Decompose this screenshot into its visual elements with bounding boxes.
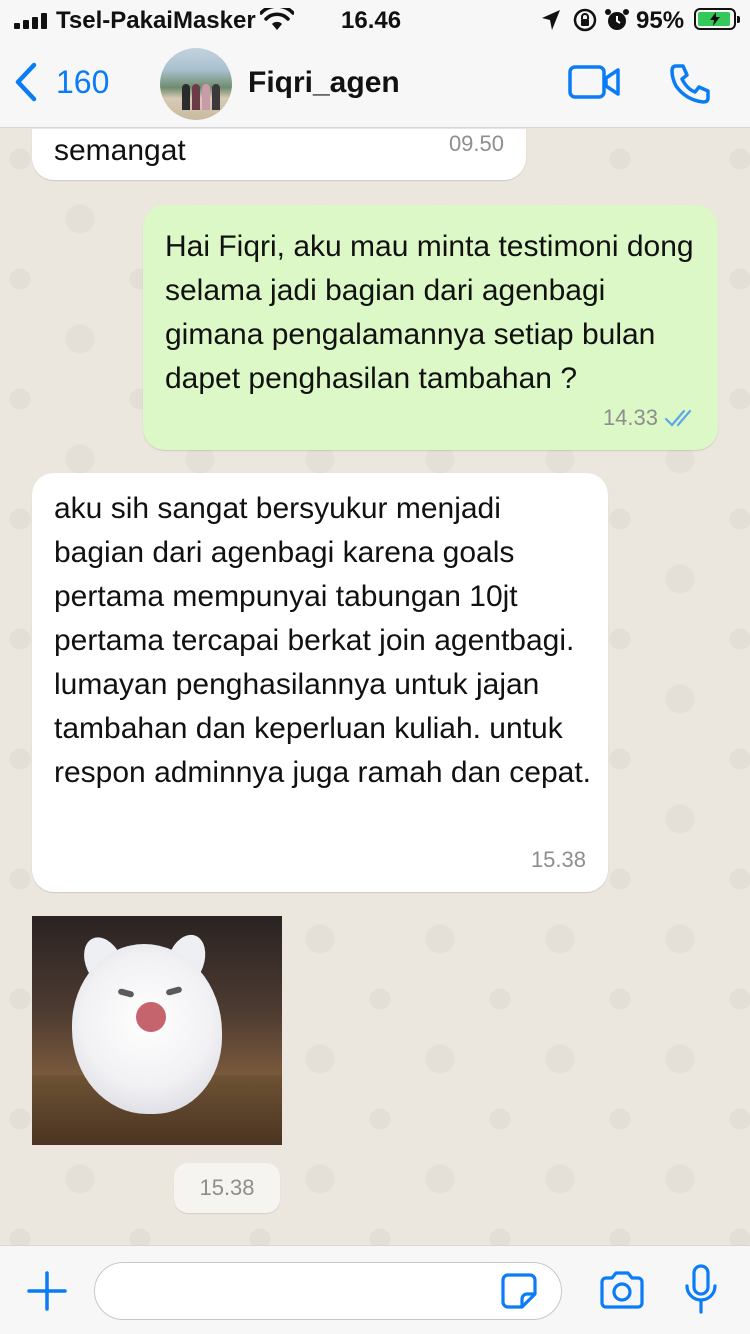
video-icon[interactable] — [568, 64, 620, 100]
camera-icon[interactable] — [598, 1270, 646, 1310]
sticker-time: 15.38 — [174, 1163, 280, 1213]
message-text: Hai Fiqri, aku mau minta testimoni dong … — [165, 230, 702, 395]
sticker-image[interactable] — [32, 916, 282, 1145]
message-time: 15.38 — [530, 847, 586, 872]
message-input[interactable] — [94, 1262, 562, 1320]
message-text: aku sih sangat bersyukur menjadi bagian … — [54, 492, 592, 789]
message-bubble-outgoing[interactable]: Hai Fiqri, aku mau minta testimoni dong … — [143, 205, 718, 450]
chevron-left-icon — [15, 62, 37, 102]
plus-icon[interactable] — [26, 1270, 68, 1312]
back-button[interactable]: 160 — [14, 62, 109, 102]
message-bubble-incoming[interactable]: semangat 09.50 — [32, 129, 526, 180]
sticker-icon[interactable] — [500, 1272, 538, 1310]
avatar[interactable] — [160, 48, 232, 120]
chat-header: 160 Fiqri_agen — [0, 42, 750, 128]
status-bar: Tsel-PakaiMasker 16.46 95% — [0, 0, 750, 42]
message-time: 09.50 — [448, 131, 504, 156]
message-text: semangat — [54, 134, 186, 167]
carrier-name: Tsel-PakaiMasker — [56, 7, 256, 34]
status-time: 16.46 — [341, 7, 402, 34]
battery-icon — [694, 8, 740, 30]
battery-percent: 95% — [636, 7, 685, 34]
microphone-icon[interactable] — [684, 1264, 718, 1316]
location-arrow-icon — [542, 10, 560, 30]
message-time: 14.33 — [602, 405, 658, 430]
chat-area[interactable]: semangat 09.50 Hai Fiqri, aku mau minta … — [0, 129, 750, 1245]
contact-name[interactable]: Fiqri_agen — [248, 66, 400, 100]
read-receipt-icon — [664, 409, 692, 427]
wifi-icon — [260, 8, 294, 30]
rotation-lock-icon — [573, 8, 597, 32]
message-bubble-incoming[interactable]: aku sih sangat bersyukur menjadi bagian … — [32, 473, 608, 892]
signal-icon — [14, 13, 48, 29]
phone-icon[interactable] — [668, 62, 712, 106]
alarm-icon — [605, 9, 629, 30]
message-input-bar — [0, 1245, 750, 1334]
back-unread-count: 160 — [56, 63, 110, 100]
